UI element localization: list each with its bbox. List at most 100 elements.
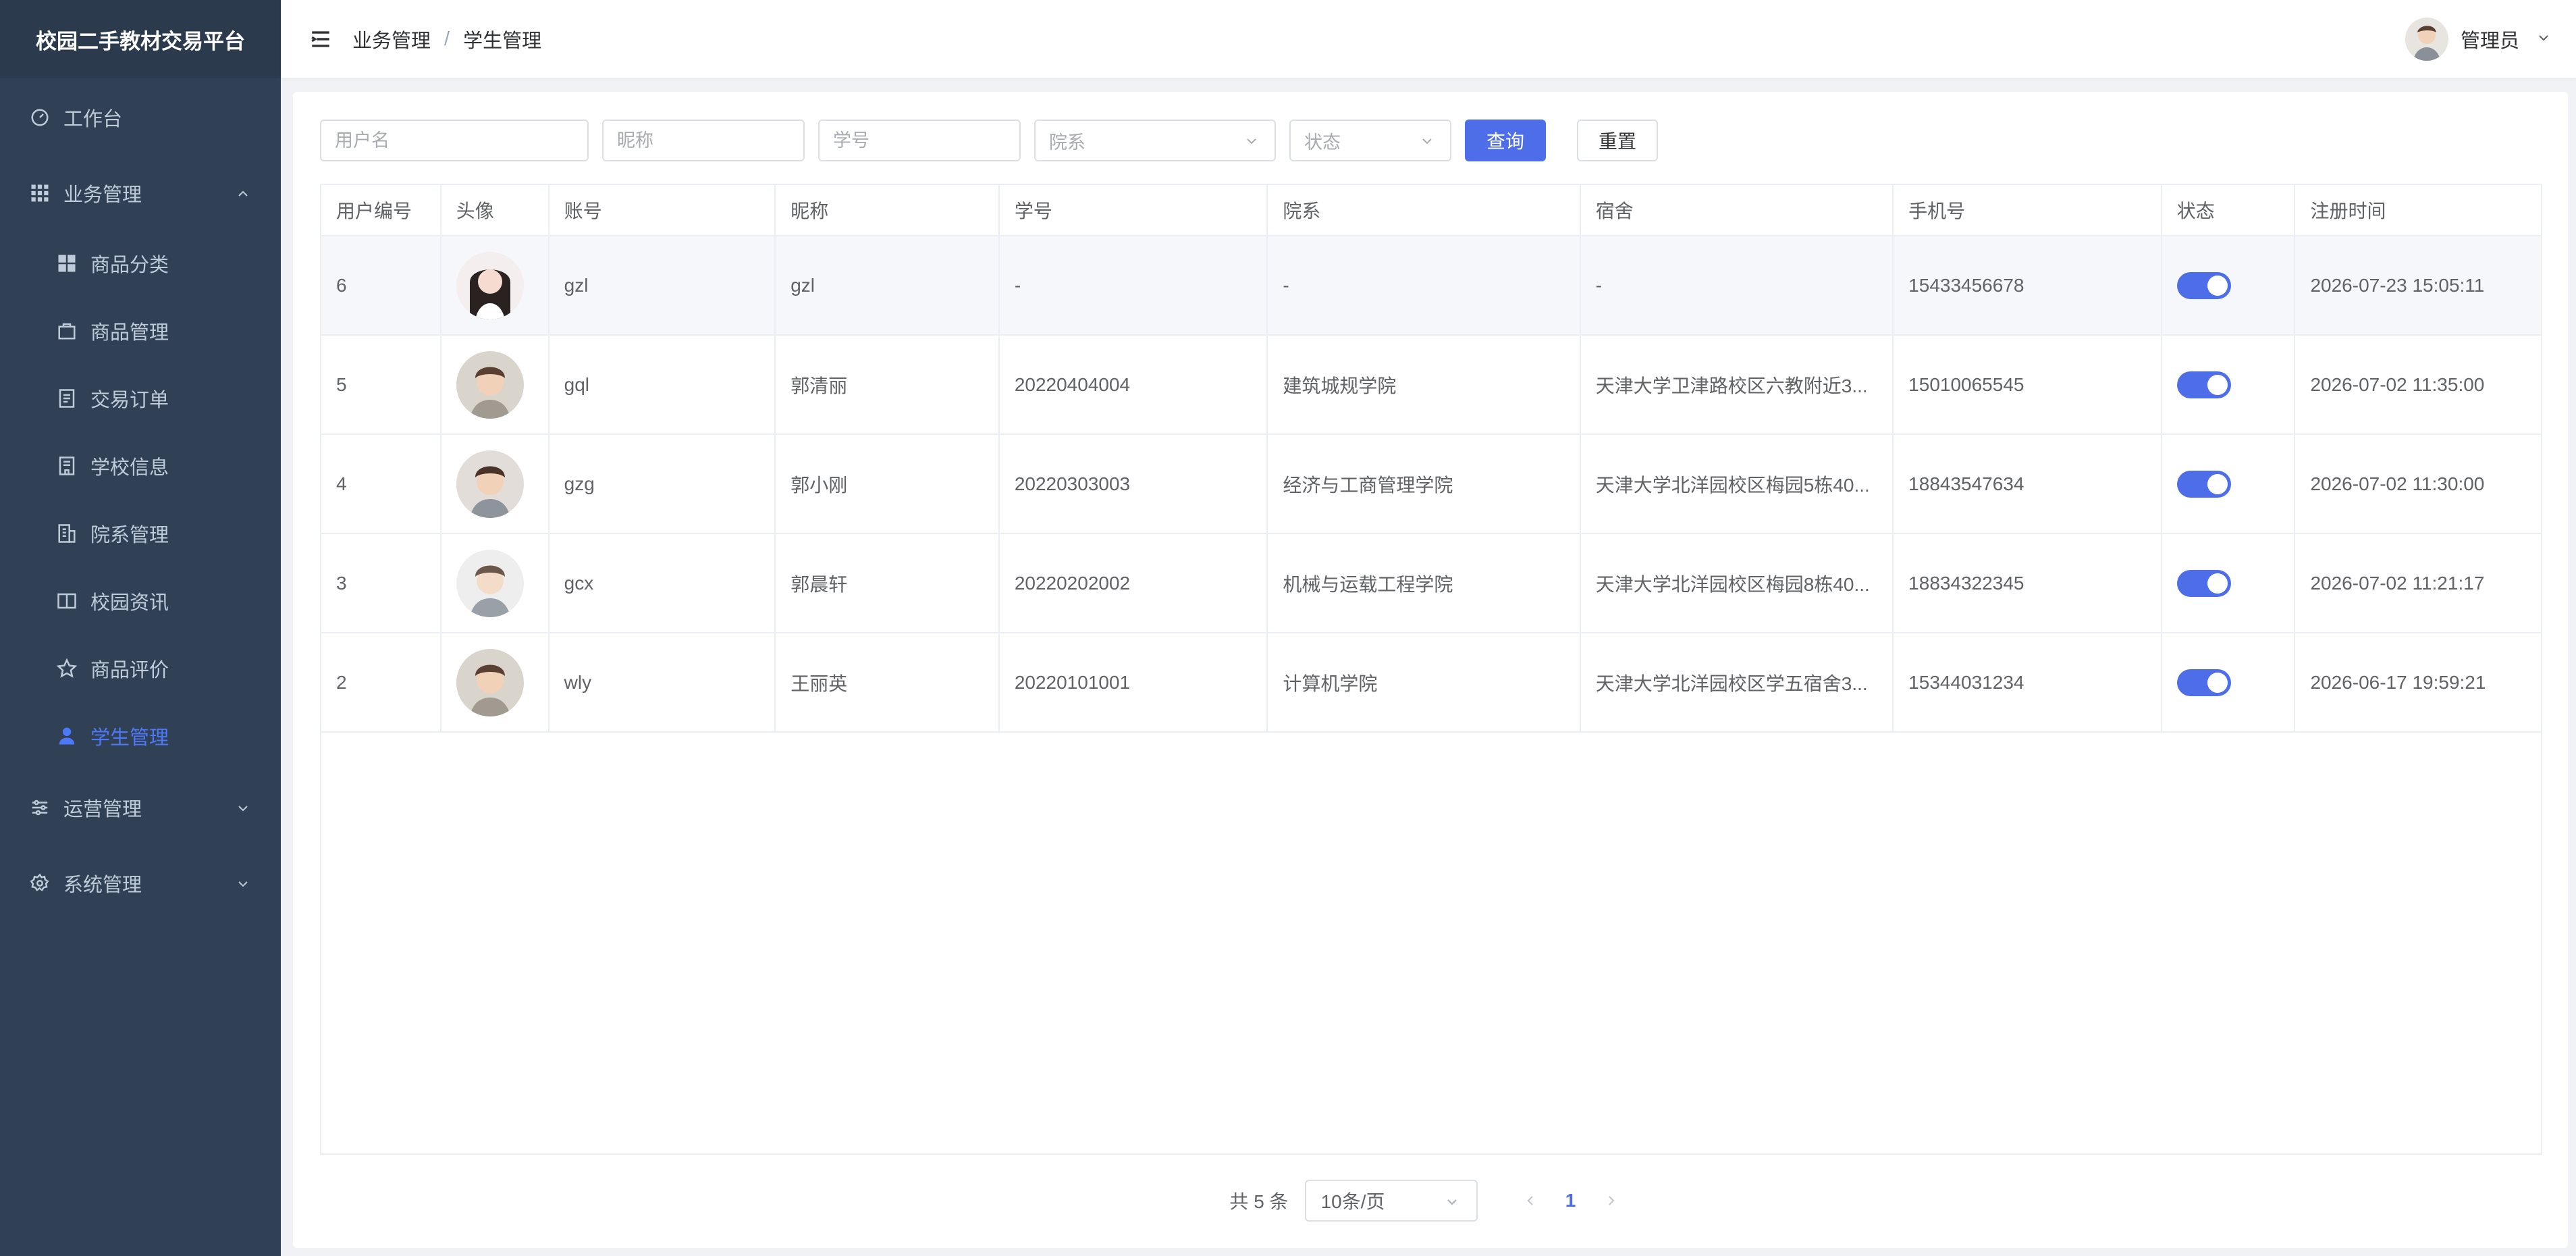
cell-student-no: 20220404004 [1000, 336, 1268, 434]
table-header: 用户编号 头像 账号 昵称 学号 院系 宿舍 手机号 状态 注册时间 [321, 185, 2541, 236]
cell-department: 建筑城规学院 [1268, 336, 1581, 434]
sliders-icon [30, 797, 50, 818]
sidebar-item-department[interactable]: 院系管理 [0, 500, 281, 567]
cell-dorm: 天津大学北洋园校区梅园8栋40... [1581, 534, 1894, 632]
student-no-input[interactable] [818, 120, 1021, 161]
sidebar-item-label: 商品管理 [90, 322, 169, 344]
sidebar-item-label: 学生管理 [90, 727, 169, 749]
user-icon [57, 726, 77, 746]
department-select[interactable]: 院系 [1034, 120, 1276, 161]
table-row[interactable]: 2 wly 王丽英 20220101001 计算机学院 天津大学北洋园校区学五宿… [321, 633, 2541, 733]
cell-phone: 15344031234 [1894, 633, 2162, 731]
cell-account: gql [549, 336, 776, 434]
cell-account: gzl [549, 236, 776, 334]
menu-toggle-icon[interactable] [309, 28, 332, 51]
table-row[interactable]: 5 gql 郭清丽 20220404004 建筑城规学院 天津大学卫津路校区六教… [321, 336, 2541, 435]
chevron-down-icon [2535, 30, 2552, 49]
column-header-nickname: 昵称 [776, 185, 1000, 235]
cell-reg-time: 2026-06-17 19:59:21 [2310, 671, 2486, 693]
page-size-value: 10条/页 [1320, 1191, 1385, 1212]
user-menu[interactable]: 管理员 [2405, 15, 2552, 63]
sidebar-item-orders[interactable]: 交易订单 [0, 365, 281, 432]
cell-nickname: 郭晨轩 [776, 534, 1000, 632]
chevron-down-icon [1419, 133, 1435, 149]
query-button[interactable]: 查询 [1465, 120, 1546, 161]
cell-student-no: 20220101001 [1000, 633, 1268, 731]
status-toggle[interactable] [2176, 271, 2231, 299]
chevron-down-icon [235, 800, 251, 816]
dorm-text: 天津大学卫津路校区六教附近3... [1595, 375, 1868, 396]
status-toggle[interactable] [2176, 669, 2231, 696]
sidebar-item-students[interactable]: 学生管理 [0, 702, 281, 770]
star-icon [57, 658, 77, 679]
cell-id: 5 [321, 336, 441, 434]
cell-nickname: gzl [776, 236, 1000, 334]
chevron-down-icon [1243, 133, 1260, 149]
table-row[interactable]: 4 gzg 郭小刚 20220303003 经济与工商管理学院 天津大学北洋园校… [321, 435, 2541, 534]
status-select[interactable]: 状态 [1289, 120, 1451, 161]
breadcrumb-item[interactable]: 业务管理 [352, 25, 431, 53]
cell-phone: 15010065545 [1894, 336, 2162, 434]
column-header-department: 院系 [1268, 185, 1581, 235]
sidebar-item-goods[interactable]: 商品管理 [0, 297, 281, 365]
breadcrumb: 业务管理 / 学生管理 [352, 25, 541, 53]
sidebar-item-reviews[interactable]: 商品评价 [0, 635, 281, 702]
column-header-id: 用户编号 [321, 185, 441, 235]
reset-button[interactable]: 重置 [1577, 120, 1658, 161]
sidebar-item-news[interactable]: 校园资讯 [0, 567, 281, 635]
status-toggle[interactable] [2176, 569, 2231, 597]
sidebar-item-school[interactable]: 学校信息 [0, 432, 281, 500]
user-avatar [2405, 18, 2448, 61]
status-toggle[interactable] [2176, 371, 2231, 398]
building-icon [57, 523, 77, 544]
prev-page-button[interactable] [1510, 1180, 1551, 1221]
next-page-button[interactable] [1591, 1180, 1632, 1221]
cell-dorm: - [1581, 236, 1894, 334]
cell-dorm: 天津大学北洋园校区梅园5栋40... [1581, 435, 1894, 533]
document-icon [57, 388, 77, 409]
avatar [456, 648, 524, 716]
page-number-current[interactable]: 1 [1551, 1180, 1591, 1221]
chevron-down-icon [1444, 1193, 1460, 1209]
avatar [456, 450, 524, 518]
status-toggle[interactable] [2176, 470, 2231, 498]
top-header: 业务管理 / 学生管理 管理员 [281, 0, 2576, 78]
cell-id: 4 [321, 435, 441, 533]
sidebar-item-system[interactable]: 系统管理 [0, 849, 281, 917]
column-header-phone: 手机号 [1894, 185, 2162, 235]
avatar [456, 549, 524, 617]
cell-phone: 18843547634 [1894, 435, 2162, 533]
sidebar-item-category[interactable]: 商品分类 [0, 230, 281, 297]
cell-id: 3 [321, 534, 441, 632]
sidebar-item-label: 校园资讯 [90, 592, 169, 614]
cell-student-no: 20220303003 [1000, 435, 1268, 533]
table-row[interactable]: 6 gzl gzl - - - 15433456678 2026-07-23 1… [321, 236, 2541, 336]
book-icon [57, 591, 77, 611]
app-title: 校园二手教材交易平台 [0, 0, 281, 78]
column-header-avatar: 头像 [441, 185, 549, 235]
sidebar-item-label: 工作台 [63, 109, 123, 130]
status-select-placeholder: 状态 [1304, 132, 1341, 153]
column-header-student-no: 学号 [1000, 185, 1268, 235]
app-root: 校园二手教材交易平台 工作台 业务管理 商品分类 商品管理 交易订单 学校信息 … [0, 0, 2576, 1256]
sidebar-item-business[interactable]: 业务管理 [0, 159, 281, 227]
shopping-bag-icon [57, 321, 77, 341]
cell-id: 6 [321, 236, 441, 334]
sidebar-item-label: 运营管理 [63, 799, 142, 820]
sidebar-item-operations[interactable]: 运营管理 [0, 774, 281, 841]
department-select-placeholder: 院系 [1049, 132, 1085, 153]
table-row[interactable]: 3 gcx 郭晨轩 20220202002 机械与运载工程学院 天津大学北洋园校… [321, 534, 2541, 633]
category-icon [57, 253, 77, 273]
dorm-text: - [1595, 274, 1603, 296]
main-card: 院系 状态 查询 重置 用户编号 头像 账号 昵称 学号 院系 [293, 92, 2568, 1248]
page-size-select[interactable]: 10条/页 [1304, 1180, 1478, 1222]
nickname-input[interactable] [602, 120, 805, 161]
username-input[interactable] [320, 120, 589, 161]
sidebar-item-dashboard[interactable]: 工作台 [0, 84, 281, 151]
cell-id: 2 [321, 633, 441, 731]
column-header-reg-time: 注册时间 [2310, 201, 2386, 221]
cell-student-no: 20220202002 [1000, 534, 1268, 632]
cell-dorm: 天津大学卫津路校区六教附近3... [1581, 336, 1894, 434]
column-header-account: 账号 [549, 185, 776, 235]
column-header-status: 状态 [2162, 185, 2296, 235]
